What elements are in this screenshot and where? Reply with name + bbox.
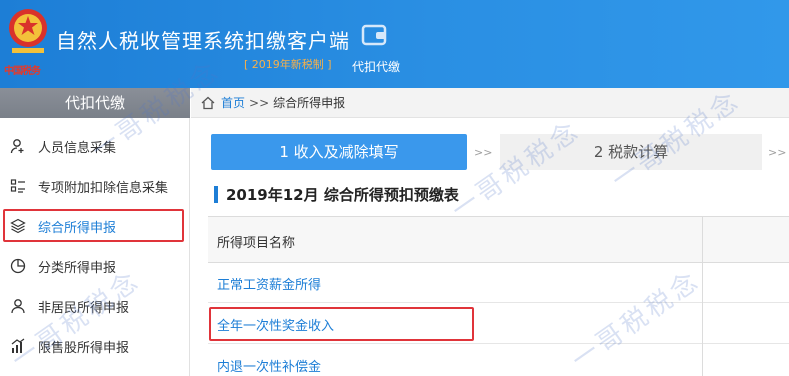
sidebar-item-label: 专项附加扣除信息采集 [38,180,169,196]
sidebar-item-label: 非居民所得申报 [38,300,130,316]
sidebar-item-nonresident-income[interactable]: 非居民所得申报 [0,286,190,326]
section-marker [214,186,218,203]
bar-chart-icon [8,336,28,356]
user-add-icon [8,136,28,156]
step-tax-calculation[interactable]: 2 税款计算 [500,134,762,170]
section-title: 2019年12月 综合所得预扣预缴表 [226,186,459,204]
income-item-link[interactable]: 内退一次性补偿金 [217,356,321,375]
sidebar-item-category-income[interactable]: 分类所得申报 [0,246,190,286]
sidebar-item-personnel[interactable]: 人员信息采集 [0,126,190,166]
sidebar-item-label: 人员信息采集 [38,140,117,156]
list-icon [8,176,28,196]
tax-emblem-icon [9,9,47,53]
income-item-link[interactable]: 全年一次性奖金收入 [217,315,334,334]
sidebar-item-label: 综合所得申报 [38,220,117,236]
module-label: 代扣代缴 [352,60,401,74]
layers-icon [8,216,28,236]
user-icon [8,296,28,316]
sidebar-item-label: 限售股所得申报 [38,340,130,356]
wallet-icon [361,24,387,46]
step-income-deduction[interactable]: 1 收入及减除填写 [211,134,467,170]
sidebar-title: 代扣代缴 [0,88,190,118]
version-label: [ 2019年新税制 ] [244,58,332,71]
app-header: 中国税务 自然人税收管理系统扣缴客户端 [ 2019年新税制 ] 代扣代缴 [0,0,789,88]
column-header-income-item: 所得项目名称 [217,236,296,251]
breadcrumb-current: 综合所得申报 [273,96,346,110]
sidebar-item-restricted-stock[interactable]: 限售股所得申报 [0,326,190,366]
sidebar: 人员信息采集 专项附加扣除信息采集 综合所得申报 分类所得申报 非居民所得申报 … [0,118,190,376]
breadcrumb-home-link[interactable]: 首页 [221,94,245,111]
income-table: 所得项目名称 正常工资薪金所得 全年一次性奖金收入 内退一次性补偿金 [208,216,789,376]
emblem-caption: 中国税务 [4,66,41,77]
home-icon[interactable] [201,96,215,110]
pie-chart-icon [8,256,28,276]
income-item-link[interactable]: 正常工资薪金所得 [217,274,321,293]
sidebar-item-comprehensive-income[interactable]: 综合所得申报 [0,206,190,246]
sidebar-item-special-deduction[interactable]: 专项附加扣除信息采集 [0,166,190,206]
sidebar-item-label: 分类所得申报 [38,260,117,276]
breadcrumb-separator: >> [249,95,270,110]
step-arrow: >> [474,146,493,159]
column-divider [702,217,703,376]
step-arrow: >> [768,146,787,159]
breadcrumb: 首页 >> 综合所得申报 [191,88,789,118]
app-title: 自然人税收管理系统扣缴客户端 [56,29,350,53]
